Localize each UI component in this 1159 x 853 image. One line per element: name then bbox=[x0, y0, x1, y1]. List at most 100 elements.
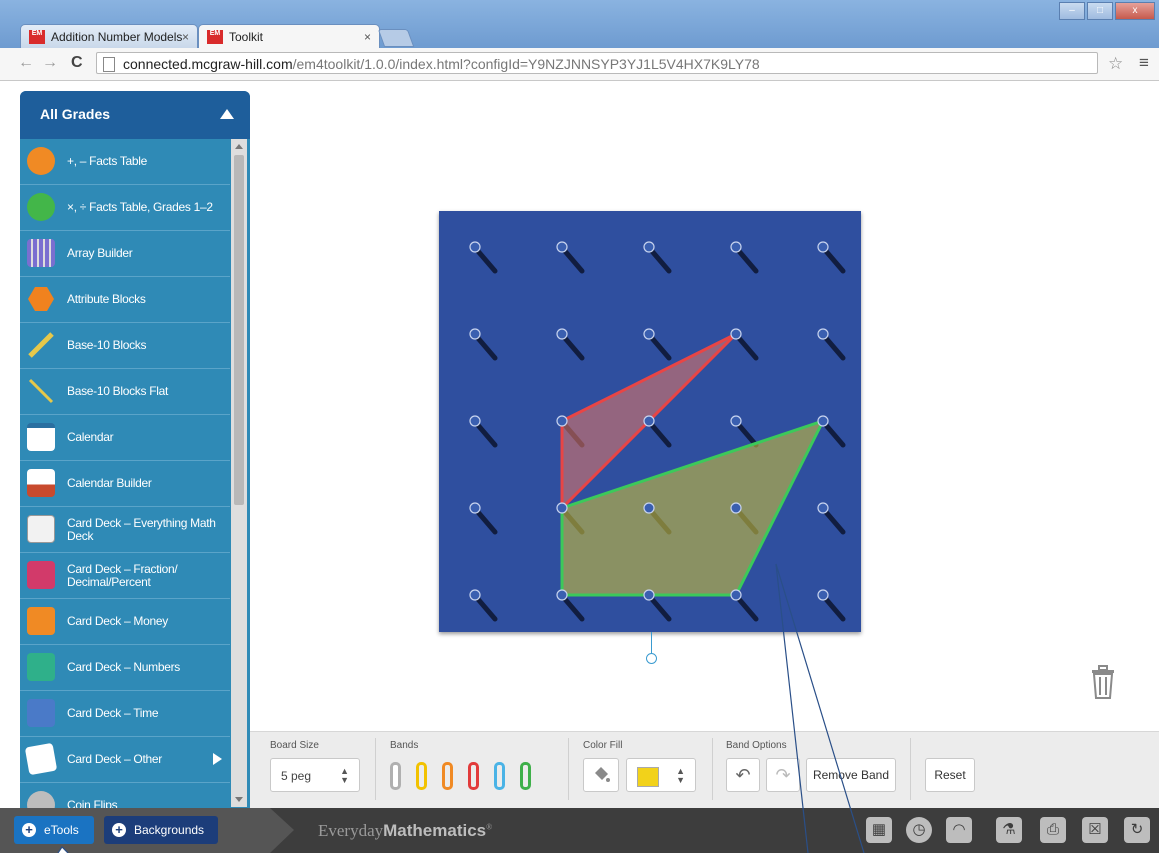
peg[interactable] bbox=[469, 589, 481, 601]
band-option-1[interactable] bbox=[416, 762, 427, 790]
geoboard[interactable] bbox=[439, 211, 861, 632]
url-field[interactable]: connected.mcgraw-hill.com/em4toolkit/1.0… bbox=[96, 52, 1098, 74]
sidebar-scrollbar[interactable] bbox=[231, 139, 247, 807]
backgrounds-button[interactable]: + Backgrounds bbox=[104, 816, 218, 844]
sidebar-header[interactable]: All Grades bbox=[20, 91, 250, 139]
sidebar-item-attribute-blocks[interactable]: Attribute Blocks bbox=[20, 277, 230, 323]
bookmark-star-icon[interactable]: ☆ bbox=[1108, 54, 1123, 74]
peg-shadow bbox=[648, 421, 672, 448]
peg[interactable] bbox=[643, 415, 655, 427]
trash-icon[interactable] bbox=[1090, 665, 1116, 699]
peg[interactable] bbox=[556, 241, 568, 253]
peg[interactable] bbox=[556, 415, 568, 427]
peg[interactable] bbox=[817, 415, 829, 427]
calculator-icon[interactable]: ▦ bbox=[866, 817, 892, 843]
sidebar-item-times-divide-table[interactable]: ×, ÷ Facts Table, Grades 1–2 bbox=[20, 185, 230, 231]
undo-button[interactable]: ↶ bbox=[726, 758, 760, 792]
peg[interactable] bbox=[730, 328, 742, 340]
card-fraction-icon bbox=[27, 561, 55, 589]
remove-band-button[interactable]: Remove Band bbox=[806, 758, 896, 792]
sidebar-item-card-deck-time[interactable]: Card Deck – Time bbox=[20, 691, 230, 737]
sidebar-item-card-deck-everything[interactable]: Card Deck – Everything Math Deck bbox=[20, 507, 230, 553]
new-tab-button[interactable] bbox=[377, 29, 415, 47]
peg[interactable] bbox=[556, 502, 568, 514]
sidebar-item-label: Array Builder bbox=[67, 246, 133, 260]
refresh-icon[interactable]: ↻ bbox=[1124, 817, 1150, 843]
redo-button[interactable]: ↷ bbox=[766, 758, 800, 792]
peg[interactable] bbox=[469, 241, 481, 253]
peg[interactable] bbox=[817, 328, 829, 340]
peg[interactable] bbox=[817, 241, 829, 253]
scroll-down-icon[interactable] bbox=[235, 797, 243, 802]
peg[interactable] bbox=[643, 328, 655, 340]
peg[interactable] bbox=[730, 415, 742, 427]
tab-close-icon[interactable]: × bbox=[364, 30, 371, 44]
peg[interactable] bbox=[643, 241, 655, 253]
band-option-3[interactable] bbox=[468, 762, 479, 790]
color-fill-label: Color Fill bbox=[583, 740, 623, 751]
sidebar-item-card-deck-money[interactable]: Card Deck – Money bbox=[20, 599, 230, 645]
menu-icon[interactable]: ≡ bbox=[1139, 53, 1149, 73]
sidebar-item-card-deck-numbers[interactable]: Card Deck – Numbers bbox=[20, 645, 230, 691]
protractor-icon[interactable]: ◠ bbox=[946, 817, 972, 843]
sidebar-item-card-deck-other[interactable]: Card Deck – Other bbox=[20, 737, 230, 783]
back-arrow-icon[interactable]: ← bbox=[18, 54, 34, 72]
peg-shadow bbox=[735, 247, 759, 274]
peg-shadow bbox=[735, 595, 759, 622]
reload-icon[interactable]: C bbox=[71, 54, 83, 72]
separator bbox=[712, 738, 713, 800]
scroll-thumb[interactable] bbox=[234, 155, 244, 505]
window-close-button[interactable]: x bbox=[1115, 2, 1155, 20]
peg[interactable] bbox=[556, 328, 568, 340]
peg[interactable] bbox=[817, 502, 829, 514]
peg[interactable] bbox=[469, 415, 481, 427]
sidebar-item-base-10-blocks[interactable]: Base-10 Blocks bbox=[20, 323, 230, 369]
board-size-select[interactable]: 5 peg ▲ ▼ bbox=[270, 758, 360, 792]
peg[interactable] bbox=[469, 502, 481, 514]
sidebar-item-array-builder[interactable]: Array Builder bbox=[20, 231, 230, 277]
sidebar-item-label: Card Deck – Other bbox=[67, 752, 162, 766]
close-box-icon[interactable]: ☒ bbox=[1082, 817, 1108, 843]
reset-button[interactable]: Reset bbox=[925, 758, 975, 792]
peg[interactable] bbox=[730, 589, 742, 601]
peg[interactable] bbox=[643, 589, 655, 601]
paint-bucket-button[interactable] bbox=[583, 758, 619, 792]
scroll-up-icon[interactable] bbox=[235, 144, 243, 149]
rotate-handle[interactable] bbox=[646, 653, 657, 664]
everyday-mathematics-logo: EverydayMathematics® bbox=[318, 821, 492, 841]
forward-arrow-icon[interactable]: → bbox=[42, 54, 58, 72]
band-option-0[interactable] bbox=[390, 762, 401, 790]
band-option-5[interactable] bbox=[520, 762, 531, 790]
sidebar-item-calendar[interactable]: Calendar bbox=[20, 415, 230, 461]
geoboard-canvas[interactable] bbox=[439, 211, 861, 632]
peg[interactable] bbox=[469, 328, 481, 340]
maximize-button[interactable]: □ bbox=[1087, 2, 1113, 20]
peg-shadow bbox=[735, 334, 759, 361]
peg[interactable] bbox=[817, 589, 829, 601]
sidebar-item-label: Attribute Blocks bbox=[67, 292, 146, 306]
tab-close-icon[interactable]: × bbox=[182, 30, 189, 44]
peg[interactable] bbox=[556, 589, 568, 601]
band-option-2[interactable] bbox=[442, 762, 453, 790]
fill-color-select[interactable]: ▲ ▼ bbox=[626, 758, 696, 792]
clock-icon[interactable]: ◷ bbox=[906, 817, 932, 843]
collapse-triangle-icon[interactable] bbox=[220, 109, 234, 119]
etools-button[interactable]: + eTools bbox=[14, 816, 94, 844]
peg[interactable] bbox=[730, 241, 742, 253]
array-icon bbox=[27, 239, 55, 267]
print-icon[interactable]: ⎙ bbox=[1040, 817, 1066, 843]
sidebar-item-calendar-builder[interactable]: Calendar Builder bbox=[20, 461, 230, 507]
peg[interactable] bbox=[643, 502, 655, 514]
peg[interactable] bbox=[730, 502, 742, 514]
stamp-icon[interactable]: ⚗ bbox=[996, 817, 1022, 843]
bottom-bar: + eTools + Backgrounds EverydayMathemati… bbox=[0, 808, 1159, 853]
band-option-4[interactable] bbox=[494, 762, 505, 790]
tab-addition-number-models[interactable]: EM Addition Number Models × bbox=[20, 24, 198, 48]
tab-toolkit[interactable]: EM Toolkit × bbox=[198, 24, 380, 48]
hexagon-icon bbox=[28, 287, 54, 311]
submenu-arrow-icon[interactable] bbox=[213, 753, 222, 765]
minimize-button[interactable]: – bbox=[1059, 2, 1085, 20]
sidebar-item-card-deck-fraction[interactable]: Card Deck – Fraction/ Decimal/Percent bbox=[20, 553, 230, 599]
sidebar-item-base-10-blocks-flat[interactable]: Base-10 Blocks Flat bbox=[20, 369, 230, 415]
sidebar-item-facts-table[interactable]: +, – Facts Table bbox=[20, 139, 230, 185]
